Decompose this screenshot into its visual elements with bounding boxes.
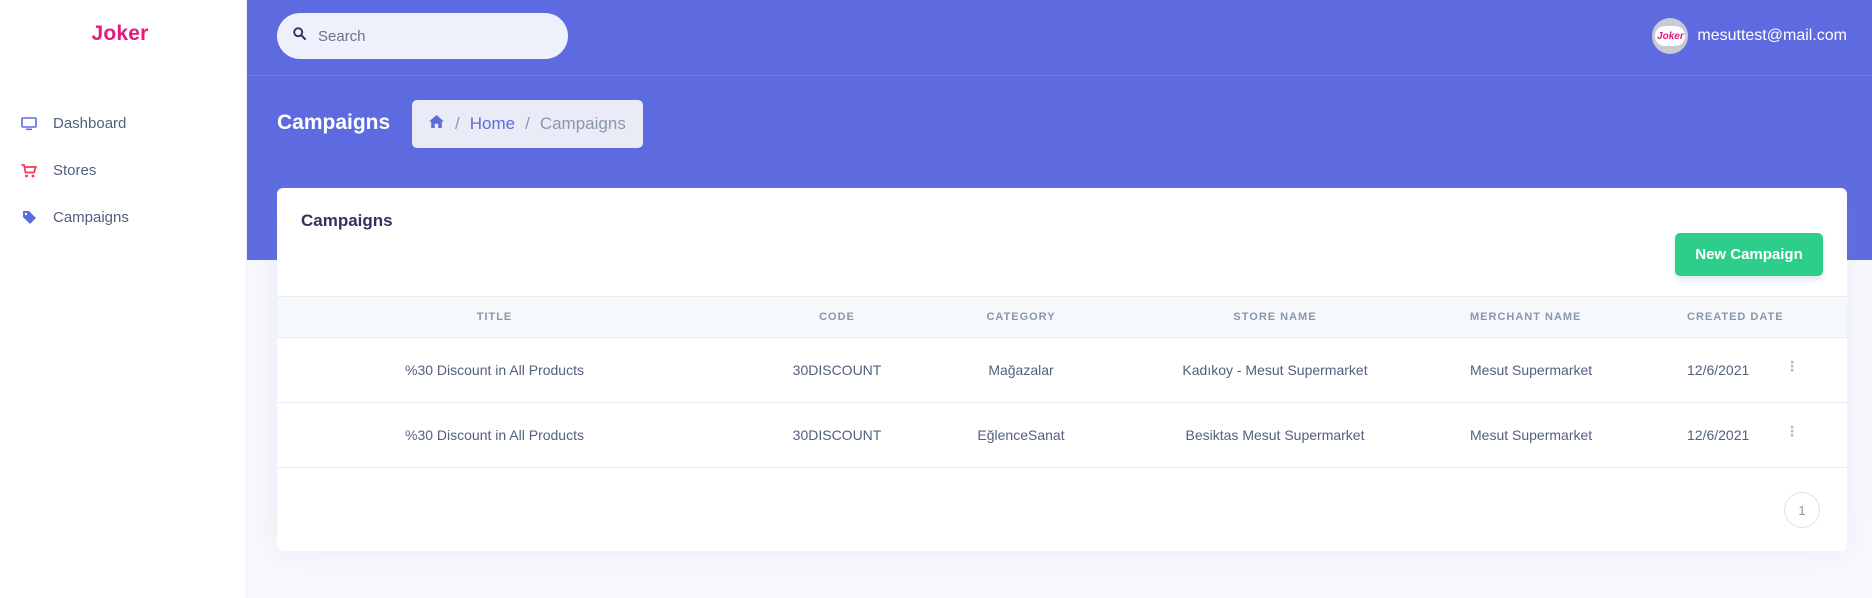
brand-logo[interactable]: Joker (0, 22, 240, 46)
table-row[interactable]: %30 Discount in All Products 30DISCOUNT … (277, 402, 1847, 468)
sidebar-item-campaigns[interactable]: Campaigns (0, 194, 247, 241)
campaigns-table: Title Code Category Store Name Merchant … (277, 296, 1847, 468)
cell-created-date: 12/6/2021 ⋮ (1687, 337, 1847, 403)
more-options-icon[interactable]: ⋮ (1785, 423, 1799, 440)
campaigns-card: Campaigns New Campaign Title Code Catego… (277, 188, 1847, 551)
cell-category: EğlenceSanat (962, 402, 1080, 468)
sidebar-item-stores[interactable]: Stores (0, 147, 247, 194)
cell-code: 30DISCOUNT (712, 402, 962, 468)
avatar-logo: Joker (1655, 26, 1686, 46)
monitor-icon (20, 115, 38, 133)
tag-icon (20, 209, 38, 227)
breadcrumb-home-link[interactable]: Home (470, 114, 515, 134)
cell-code: 30DISCOUNT (712, 337, 962, 403)
cell-category: Mağazalar (962, 337, 1080, 403)
cell-title: %30 Discount in All Products (277, 337, 712, 403)
user-menu[interactable]: Joker mesuttest@mail.com (1652, 18, 1847, 54)
page-title: Campaigns (277, 111, 391, 134)
cell-created-date: 12/6/2021 ⋮ (1687, 402, 1847, 468)
cart-icon (20, 162, 38, 180)
home-icon[interactable] (428, 114, 445, 134)
cell-title: %30 Discount in All Products (277, 402, 712, 468)
created-date-text: 12/6/2021 (1687, 362, 1750, 378)
sidebar: Joker Dashboard Stores Campaigns (0, 0, 247, 598)
column-header-store-name[interactable]: Store Name (1080, 296, 1470, 338)
top-navbar: Joker mesuttest@mail.com (247, 0, 1872, 76)
search-icon (293, 27, 306, 45)
column-header-created-date[interactable]: Created Date (1687, 296, 1847, 338)
column-header-category[interactable]: Category (962, 296, 1080, 338)
sidebar-item-label: Dashboard (53, 115, 127, 132)
card-title: Campaigns (301, 211, 393, 230)
pagination-page-button[interactable]: 1 (1784, 492, 1820, 528)
table-row[interactable]: %30 Discount in All Products 30DISCOUNT … (277, 337, 1847, 403)
breadcrumb-separator: / (455, 114, 460, 133)
cell-merchant-name: Mesut Supermarket (1470, 402, 1687, 468)
sidebar-nav: Dashboard Stores Campaigns (0, 100, 247, 241)
cell-store-name: Besiktas Mesut Supermarket (1080, 402, 1470, 468)
breadcrumb: / Home / Campaigns (412, 100, 643, 148)
cell-store-name: Kadıkoy - Mesut Supermarket (1080, 337, 1470, 403)
sidebar-item-label: Stores (53, 162, 97, 179)
more-options-icon[interactable]: ⋮ (1785, 358, 1799, 375)
user-email[interactable]: mesuttest@mail.com (1697, 27, 1847, 45)
created-date-text: 12/6/2021 (1687, 427, 1750, 443)
sidebar-item-label: Campaigns (53, 209, 129, 226)
avatar[interactable]: Joker (1652, 18, 1689, 54)
column-header-code[interactable]: Code (712, 296, 962, 338)
cell-merchant-name: Mesut Supermarket (1470, 337, 1687, 403)
column-header-merchant-name[interactable]: Merchant Name (1470, 296, 1687, 338)
table-header-row: Title Code Category Store Name Merchant … (277, 296, 1847, 338)
sidebar-item-dashboard[interactable]: Dashboard (0, 100, 247, 147)
breadcrumb-separator: / (525, 114, 530, 133)
column-header-title[interactable]: Title (277, 296, 712, 338)
search-box[interactable] (277, 13, 568, 59)
breadcrumb-current: Campaigns (539, 114, 626, 133)
search-input[interactable] (318, 27, 548, 45)
new-campaign-button[interactable]: New Campaign (1675, 233, 1823, 276)
